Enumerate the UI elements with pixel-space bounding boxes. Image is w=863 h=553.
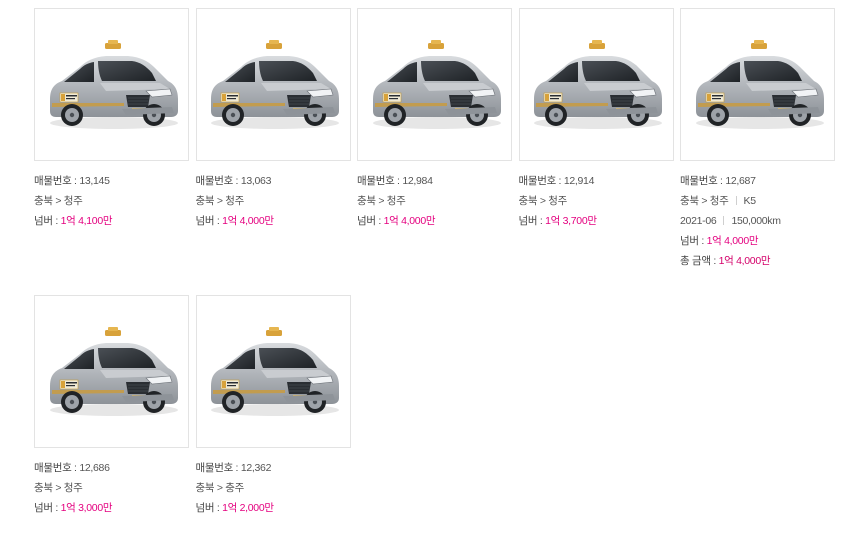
listing-year: 2021-06	[680, 215, 717, 227]
taxi-car-icon	[49, 39, 178, 129]
taxi-car-thumbnail[interactable]	[34, 295, 189, 448]
listing-price-row: 넘버 : 1억 4,000만	[357, 211, 512, 231]
listing-price: 1억 3,700만	[545, 215, 597, 227]
taxi-car-thumbnail[interactable]	[34, 8, 189, 161]
listing-number-label: 매물번호 :	[518, 175, 562, 187]
listing-card[interactable]: 매물번호 : 13,063 충북 > 청주 넘버 : 1억 4,000만	[195, 8, 351, 271]
listing-number-row: 매물번호 : 13,063	[196, 171, 351, 191]
listing-number-row: 매물번호 : 13,145	[34, 171, 189, 191]
price-label: 넘버 :	[680, 235, 704, 247]
taxi-car-thumbnail[interactable]	[195, 8, 351, 161]
listing-number-row: 매물번호 : 12,362	[196, 458, 351, 478]
listing-mileage: 150,000km	[731, 215, 781, 227]
listing-total: 1억 4,000만	[718, 255, 771, 267]
taxi-car-icon	[695, 39, 824, 129]
listing-card[interactable]: 매물번호 : 12,687 충북 > 청주 K5 2021-06 150,000km…	[680, 8, 835, 271]
listing-info: 매물번호 : 12,914 충북 > 청주 넘버 : 1억 3,700만	[519, 161, 674, 231]
taxi-car-thumbnail[interactable]	[357, 8, 512, 161]
divider	[723, 216, 725, 225]
taxi-car-icon	[49, 326, 178, 416]
listing-number-row: 매물번호 : 12,914	[519, 171, 674, 191]
listing-number-label: 매물번호 :	[34, 462, 77, 474]
listing-number-label: 매물번호 :	[195, 175, 239, 187]
taxi-car-icon	[533, 39, 663, 129]
listing-total-row: 총 금액 : 1억 4,000만	[680, 251, 835, 271]
taxi-car-icon	[210, 39, 340, 129]
listing-info: 매물번호 : 12,686 충북 > 청주 넘버 : 1억 3,000만	[34, 448, 189, 518]
listing-number-row: 매물번호 : 12,686	[34, 458, 189, 478]
price-label: 넘버 :	[34, 502, 58, 514]
listing-region: 충북 > 청주	[518, 195, 568, 207]
listing-price-row: 넘버 : 1억 3,000만	[34, 498, 189, 518]
listing-price: 1억 3,000만	[60, 502, 113, 514]
listing-price: 1억 4,000만	[222, 215, 274, 227]
listing-number: 12,984	[402, 175, 433, 187]
listing-number-label: 매물번호 :	[680, 175, 723, 187]
listing-card[interactable]: 매물번호 : 12,984 충북 > 청주 넘버 : 1억 4,000만	[357, 8, 512, 271]
listing-region: 충북 > 청주	[34, 482, 83, 494]
listing-price-row: 넘버 : 1억 2,000만	[196, 498, 351, 518]
listing-region: 충북 > 충주	[195, 482, 245, 494]
taxi-car-icon	[372, 39, 501, 129]
listing-region: 충북 > 청주	[680, 195, 729, 207]
total-label: 총 금액 :	[680, 255, 716, 267]
listing-region: 충북 > 청주	[34, 195, 83, 207]
listing-grid: 매물번호 : 13,145 충북 > 청주 넘버 : 1억 4,100만 매물번…	[34, 8, 844, 518]
listing-spec-row: 2021-06 150,000km	[680, 211, 835, 231]
listing-number: 12,686	[79, 462, 110, 474]
price-label: 넘버 :	[357, 215, 381, 227]
price-label: 넘버 :	[195, 215, 220, 227]
listing-number: 12,362	[240, 462, 272, 474]
listing-price-row: 넘버 : 1억 3,700만	[519, 211, 674, 231]
divider	[735, 196, 737, 205]
listing-model: K5	[743, 195, 757, 207]
listing-info: 매물번호 : 12,687 충북 > 청주 K5 2021-06 150,000km…	[680, 161, 835, 271]
listing-region-row: 충북 > 청주 K5	[680, 191, 835, 211]
price-label: 넘버 :	[518, 215, 543, 227]
taxi-car-thumbnail[interactable]	[518, 8, 674, 161]
taxi-car-thumbnail[interactable]	[680, 8, 835, 161]
listing-card[interactable]: 매물번호 : 12,914 충북 > 청주 넘버 : 1억 3,700만	[518, 8, 674, 271]
listing-number-label: 매물번호 :	[195, 462, 239, 474]
listing-price-row: 넘버 : 1억 4,000만	[196, 211, 351, 231]
listing-number-label: 매물번호 :	[357, 175, 400, 187]
listing-price: 1억 4,100만	[60, 215, 113, 227]
listing-region: 충북 > 청주	[357, 195, 406, 207]
listing-info: 매물번호 : 13,063 충북 > 청주 넘버 : 1억 4,000만	[196, 161, 351, 231]
listing-price: 1억 2,000만	[222, 502, 274, 514]
price-label: 넘버 :	[34, 215, 58, 227]
listing-number: 12,914	[563, 175, 595, 187]
listing-number-row: 매물번호 : 12,687	[680, 171, 835, 191]
taxi-car-thumbnail[interactable]	[195, 295, 351, 448]
listing-number: 13,063	[240, 175, 272, 187]
listing-info: 매물번호 : 12,984 충북 > 청주 넘버 : 1억 4,000만	[357, 161, 512, 231]
listing-info: 매물번호 : 13,145 충북 > 청주 넘버 : 1억 4,100만	[34, 161, 189, 231]
listing-number: 13,145	[79, 175, 110, 187]
listing-card[interactable]: 매물번호 : 12,362 충북 > 충주 넘버 : 1억 2,000만	[195, 295, 351, 518]
listing-card[interactable]: 매물번호 : 12,686 충북 > 청주 넘버 : 1억 3,000만	[34, 295, 189, 518]
listing-price: 1억 4,000만	[383, 215, 436, 227]
listing-card[interactable]: 매물번호 : 13,145 충북 > 청주 넘버 : 1억 4,100만	[34, 8, 189, 271]
listing-number: 12,687	[725, 175, 756, 187]
listing-number-label: 매물번호 :	[34, 175, 77, 187]
listing-price-row: 넘버 : 1억 4,100만	[34, 211, 189, 231]
listing-price: 1억 4,000만	[706, 235, 759, 247]
listing-info: 매물번호 : 12,362 충북 > 충주 넘버 : 1억 2,000만	[196, 448, 351, 518]
listing-region: 충북 > 청주	[195, 195, 245, 207]
listing-number-row: 매물번호 : 12,984	[357, 171, 512, 191]
listing-price-row: 넘버 : 1억 4,000만	[680, 231, 835, 251]
price-label: 넘버 :	[195, 502, 220, 514]
taxi-car-icon	[210, 326, 340, 416]
